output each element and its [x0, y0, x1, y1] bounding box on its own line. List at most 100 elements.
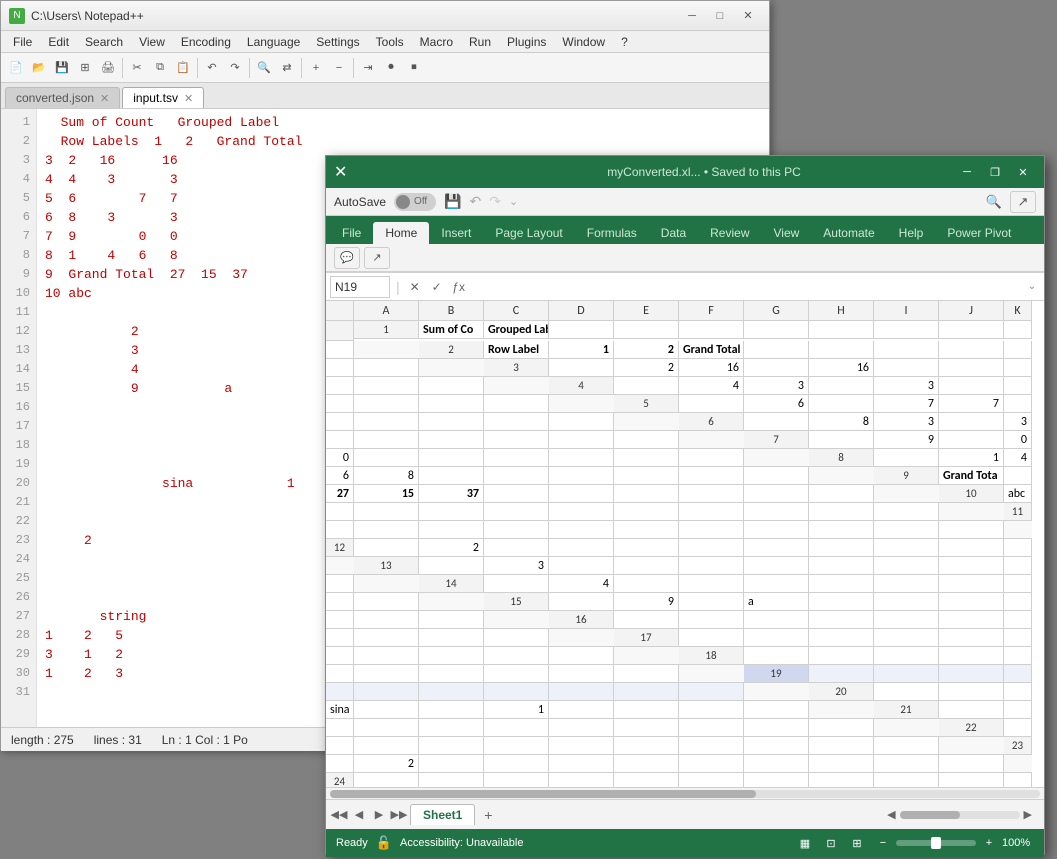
cell-e1[interactable]: [679, 321, 744, 339]
xl-restore-button[interactable]: ❐: [982, 161, 1008, 183]
toolbar-macro-stop[interactable]: ⏹: [403, 57, 425, 79]
cell-i16[interactable]: [354, 629, 419, 647]
npp-maximize-button[interactable]: □: [707, 5, 733, 27]
cell-b16[interactable]: [679, 611, 744, 629]
cell-g7[interactable]: [419, 449, 484, 467]
cell-e19[interactable]: [326, 683, 354, 701]
xl-close-button[interactable]: ✕: [1010, 161, 1036, 183]
cell-a24[interactable]: [354, 773, 419, 787]
cell-i22[interactable]: [744, 737, 809, 755]
cell-h7[interactable]: [484, 449, 549, 467]
toolbar-open[interactable]: 📂: [28, 57, 50, 79]
col-header-i[interactable]: I: [874, 301, 939, 321]
menu-macro[interactable]: Macro: [412, 33, 461, 51]
cell-j23[interactable]: [874, 755, 939, 773]
cell-f23[interactable]: [614, 755, 679, 773]
cell-b11[interactable]: [354, 521, 419, 539]
xl-grid-wrapper[interactable]: A B C D E F G H I J K 1 Sum of Co Groupe…: [326, 301, 1044, 787]
cell-c15[interactable]: [679, 593, 744, 611]
cell-c5[interactable]: [809, 395, 874, 413]
cell-i17[interactable]: [419, 647, 484, 665]
cell-b17[interactable]: [744, 629, 809, 647]
cell-g3[interactable]: [939, 359, 1004, 377]
cell-h2[interactable]: [939, 341, 1004, 359]
menu-encoding[interactable]: Encoding: [173, 33, 239, 51]
cell-b14[interactable]: 4: [549, 575, 614, 593]
col-header-a[interactable]: A: [354, 301, 419, 321]
cell-d17[interactable]: [874, 629, 939, 647]
cell-c17[interactable]: [809, 629, 874, 647]
menu-view[interactable]: View: [131, 33, 173, 51]
cell-c1[interactable]: [549, 321, 614, 339]
cell-a8[interactable]: [874, 449, 939, 467]
cell-c19[interactable]: [939, 665, 1004, 683]
cell-k10[interactable]: [874, 503, 939, 521]
cell-k4[interactable]: [484, 395, 549, 413]
cell-b24[interactable]: [419, 773, 484, 787]
cell-g18[interactable]: [354, 665, 419, 683]
cell-b13[interactable]: 3: [484, 557, 549, 575]
cell-i9[interactable]: [679, 485, 744, 503]
cell-g13[interactable]: [809, 557, 874, 575]
col-header-j[interactable]: J: [939, 301, 1004, 321]
cell-f2[interactable]: [809, 341, 874, 359]
cell-i2[interactable]: [1004, 341, 1032, 359]
cell-j7[interactable]: [614, 449, 679, 467]
sheet-nav-first[interactable]: ◀◀: [330, 806, 348, 824]
cell-k14[interactable]: [354, 593, 419, 611]
share-button[interactable]: ↗: [364, 247, 390, 269]
cell-reference-box[interactable]: [330, 276, 390, 298]
cell-j8[interactable]: [679, 467, 744, 485]
cell-j21[interactable]: [744, 719, 809, 737]
toolbar-save[interactable]: 💾: [51, 57, 73, 79]
cell-i14[interactable]: [1004, 575, 1032, 593]
cell-k20[interactable]: [744, 701, 809, 719]
ribbon-tab-power-pivot[interactable]: Power Pivot: [935, 222, 1023, 244]
cell-a15[interactable]: [549, 593, 614, 611]
more-commands-icon[interactable]: ⌄: [509, 195, 518, 208]
cell-h22[interactable]: [679, 737, 744, 755]
cell-i8[interactable]: [614, 467, 679, 485]
xl-share-button[interactable]: ↗: [1010, 191, 1036, 213]
cell-c13[interactable]: [549, 557, 614, 575]
cell-f9[interactable]: [484, 485, 549, 503]
cell-a11[interactable]: [326, 521, 354, 539]
cell-i15[interactable]: [326, 611, 354, 629]
cell-j16[interactable]: [419, 629, 484, 647]
accessibility-icon[interactable]: 🔓: [376, 835, 392, 851]
cell-f24[interactable]: [679, 773, 744, 787]
cell-k8[interactable]: [744, 467, 809, 485]
autosave-toggle[interactable]: Off: [394, 193, 436, 211]
cell-b22[interactable]: [326, 737, 354, 755]
cell-g14[interactable]: [874, 575, 939, 593]
toolbar-macro-record[interactable]: ⏺: [380, 57, 402, 79]
xl-minimize-button[interactable]: ─: [954, 161, 980, 183]
cell-j9[interactable]: [744, 485, 809, 503]
cell-b1[interactable]: Grouped Label: [484, 321, 549, 339]
cell-i24[interactable]: [874, 773, 939, 787]
cell-a12[interactable]: [354, 539, 419, 557]
cell-j10[interactable]: [809, 503, 874, 521]
cell-e3[interactable]: 16: [809, 359, 874, 377]
cell-a21[interactable]: [939, 701, 1004, 719]
cell-h19[interactable]: [484, 683, 549, 701]
cell-f20[interactable]: [419, 701, 484, 719]
cell-f16[interactable]: [939, 611, 1004, 629]
cell-k6[interactable]: [614, 431, 679, 449]
cell-a10[interactable]: abc: [1004, 485, 1032, 503]
menu-plugins[interactable]: Plugins: [499, 33, 554, 51]
cell-g8[interactable]: [484, 467, 549, 485]
cell-b5[interactable]: 6: [744, 395, 809, 413]
cell-f11[interactable]: [614, 521, 679, 539]
cell-c22[interactable]: [354, 737, 419, 755]
cell-e10[interactable]: [484, 503, 549, 521]
cell-i18[interactable]: [484, 665, 549, 683]
cell-e4[interactable]: 3: [874, 377, 939, 395]
cell-a20[interactable]: [874, 683, 939, 701]
cell-g19[interactable]: [419, 683, 484, 701]
sheet-tab-sheet1[interactable]: Sheet1: [410, 804, 475, 825]
cell-b21[interactable]: [1004, 701, 1032, 719]
cell-d19[interactable]: [1004, 665, 1032, 683]
menu-edit[interactable]: Edit: [40, 33, 77, 51]
ribbon-tab-automate[interactable]: Automate: [811, 222, 886, 244]
